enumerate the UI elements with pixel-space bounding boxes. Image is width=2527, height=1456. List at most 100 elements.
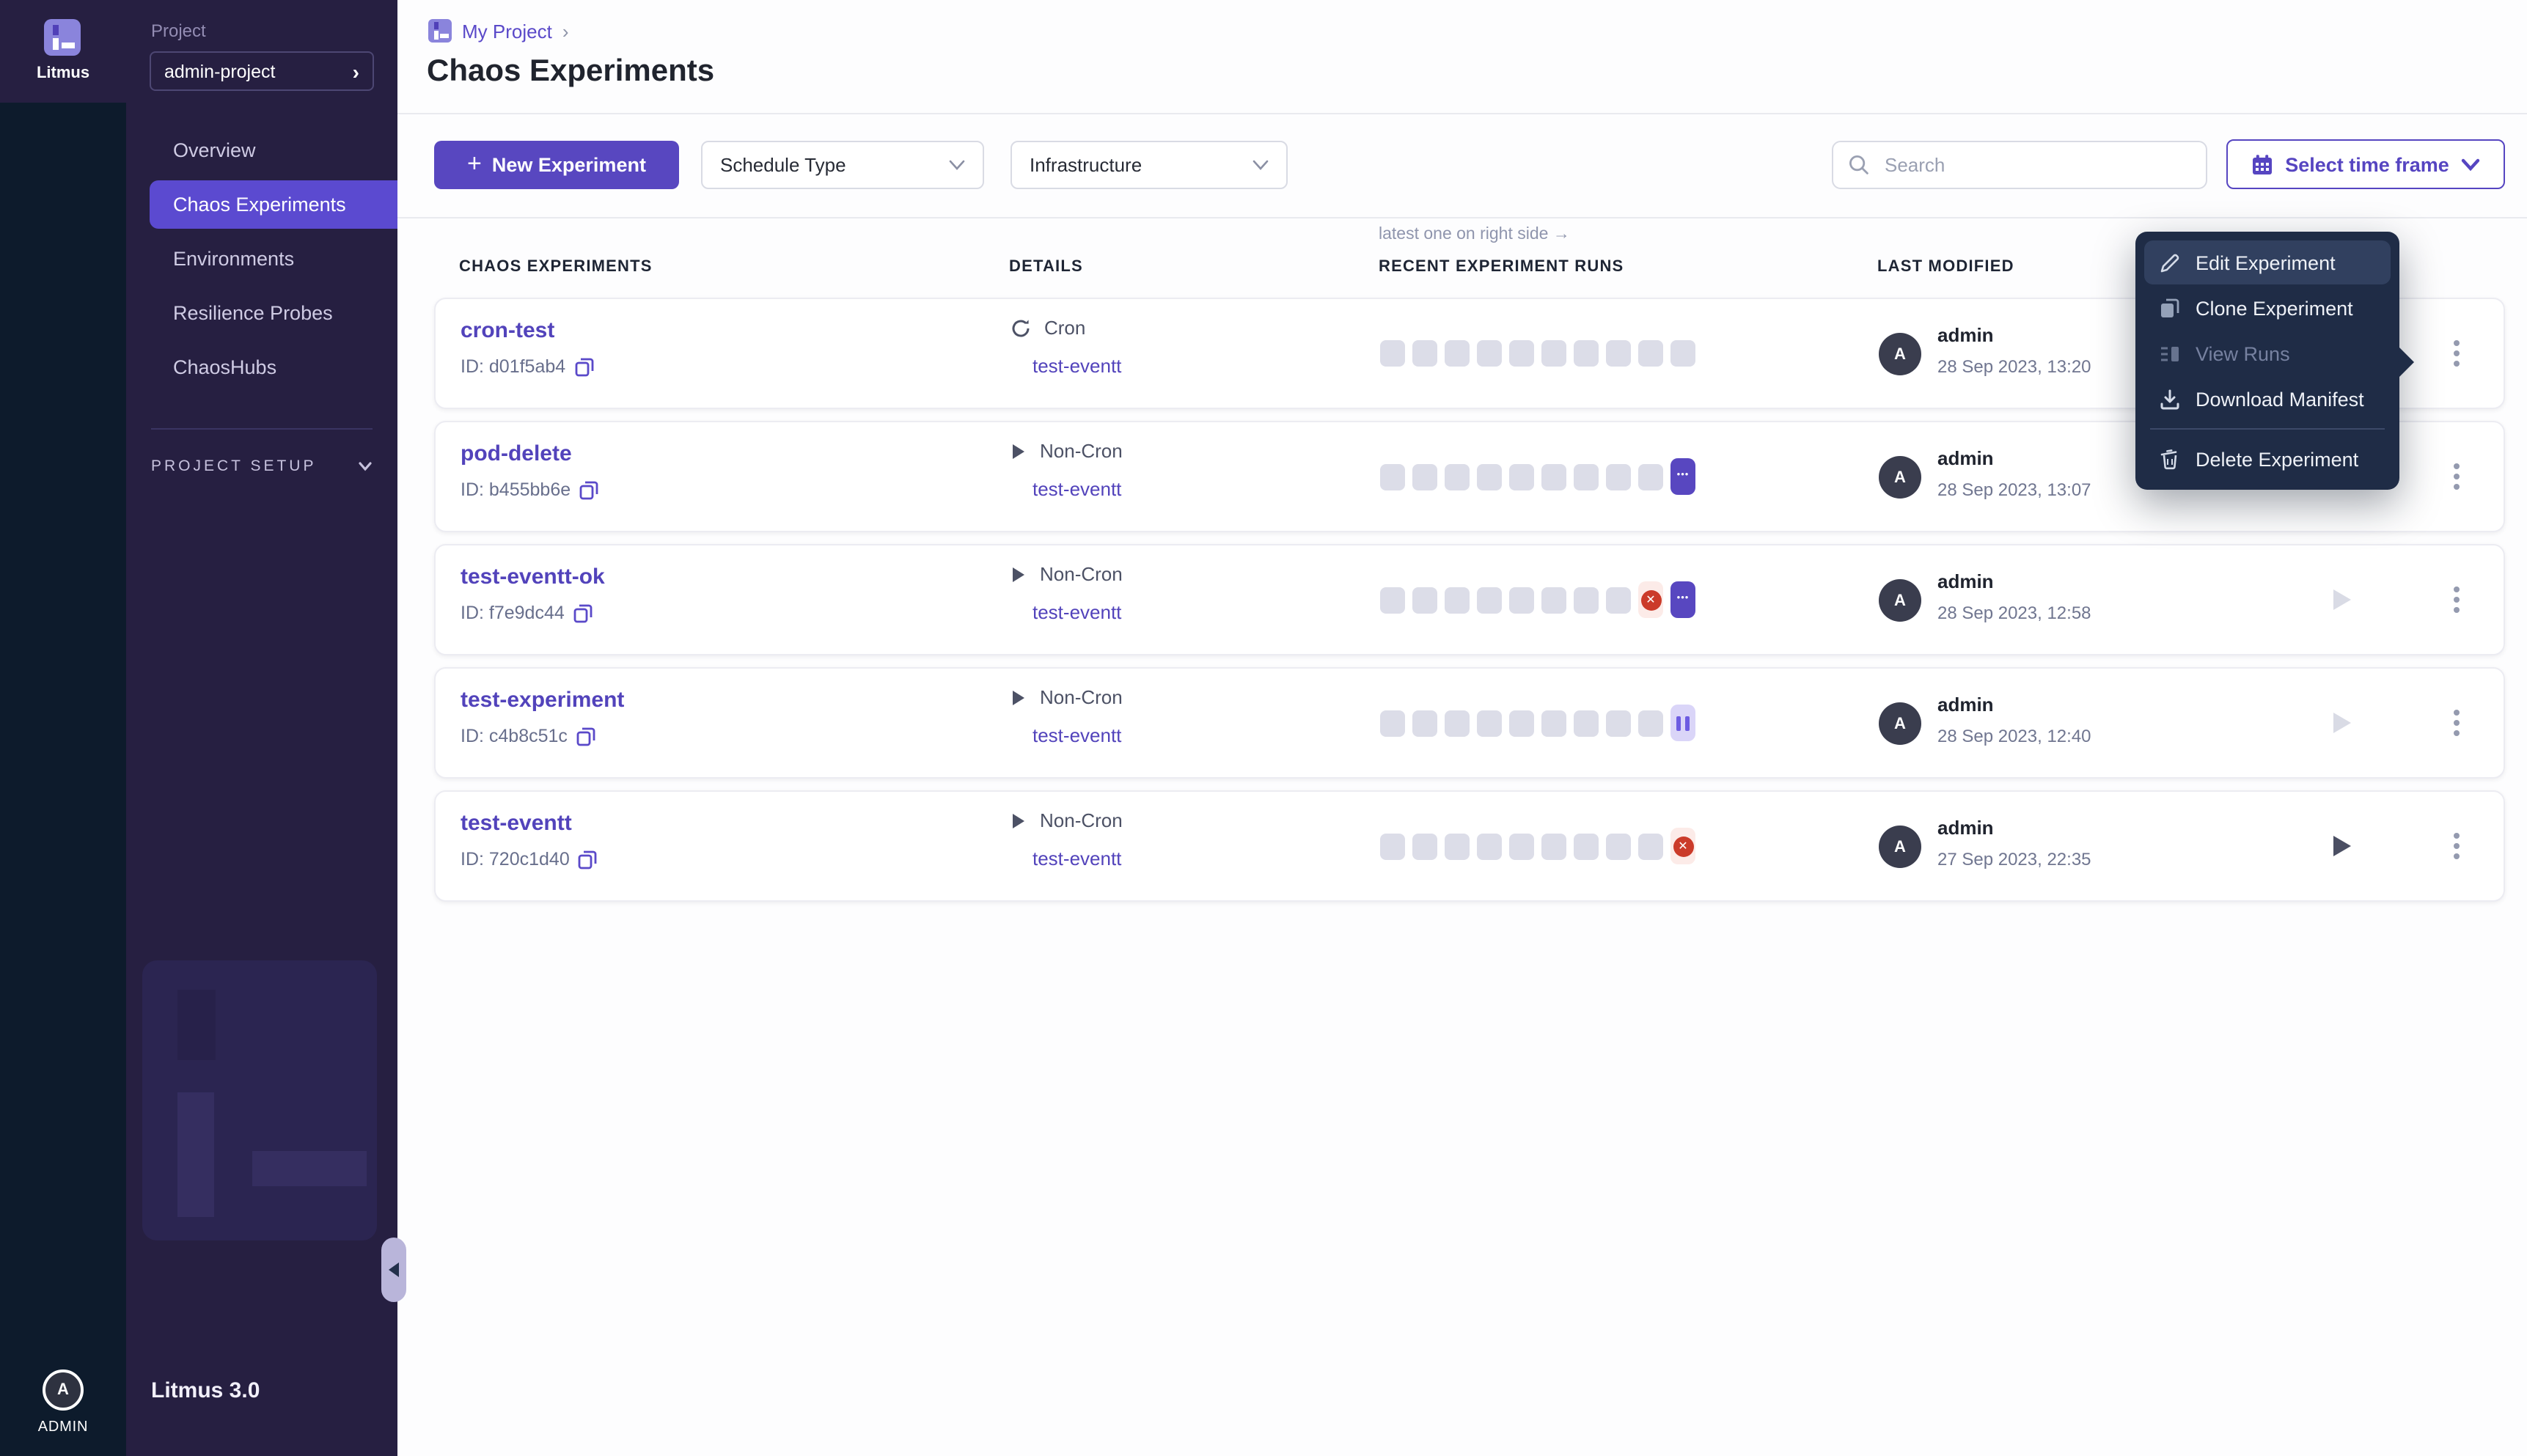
search-input[interactable] [1882, 152, 2191, 177]
header-divider [397, 113, 2527, 114]
modified-date: 28 Sep 2023, 12:40 [1937, 726, 2091, 746]
modified-date: 28 Sep 2023, 13:07 [1937, 479, 2091, 500]
experiment-id: ID: f7e9dc44 [461, 603, 565, 623]
schedule-type-select[interactable]: Schedule Type [701, 141, 984, 189]
run-pill-empty [1412, 833, 1437, 859]
new-experiment-button[interactable]: + New Experiment [434, 141, 679, 189]
avatar[interactable]: A [43, 1369, 84, 1411]
experiment-name-link[interactable]: test-eventt [461, 811, 572, 836]
run-pill-empty [1638, 340, 1663, 367]
run-pill-empty [1445, 833, 1470, 859]
project-setup-toggle[interactable]: PROJECT SETUP [151, 457, 373, 475]
run-pill-empty [1509, 463, 1534, 490]
plus-icon: + [467, 150, 482, 179]
sidebar-item-environments[interactable]: Environments [126, 235, 397, 283]
run-pill-empty [1380, 587, 1405, 613]
run-pill-running[interactable]: ••• [1670, 581, 1695, 618]
recent-run-pills [1380, 705, 1695, 741]
infrastructure-link[interactable]: test-eventt [1033, 848, 1121, 869]
litmus-logo-icon[interactable] [44, 19, 81, 56]
menu-item-download-manifest[interactable]: Download Manifest [2144, 377, 2391, 421]
row-menu-kebab-icon[interactable] [2442, 702, 2471, 743]
run-pill-empty [1445, 587, 1470, 613]
row-context-menu: Edit Experiment Clone Experiment View Ru… [2135, 232, 2399, 490]
sidebar-item-chaos-experiments[interactable]: Chaos Experiments [150, 180, 397, 229]
clone-icon [2157, 297, 2181, 319]
modified-by-user: admin [1937, 817, 1994, 839]
infrastructure-link[interactable]: test-eventt [1033, 724, 1121, 746]
run-pill-empty [1380, 833, 1405, 859]
row-menu-kebab-icon[interactable] [2442, 456, 2471, 497]
play-icon [2333, 836, 2351, 856]
menu-item-clone-experiment[interactable]: Clone Experiment [2144, 286, 2391, 330]
run-pill-empty [1477, 833, 1502, 859]
schedule-type-value: Non-Cron [1040, 686, 1123, 708]
sidebar-item-chaoshubs[interactable]: ChaosHubs [126, 343, 397, 391]
project-selector[interactable]: admin-project › [150, 51, 374, 91]
chevron-left-icon [389, 1262, 399, 1277]
experiment-name-link[interactable]: cron-test [461, 318, 554, 343]
run-pill-empty [1477, 587, 1502, 613]
run-pill-failed[interactable]: ✕ [1670, 828, 1695, 864]
run-experiment-button[interactable] [2325, 582, 2360, 617]
new-experiment-label: New Experiment [492, 154, 646, 176]
chevron-down-icon [949, 160, 965, 170]
table-row: test-experiment ID: c4b8c51c Non-Cron te… [434, 667, 2505, 779]
modified-by-user: admin [1937, 570, 1994, 592]
menu-item-edit-experiment[interactable]: Edit Experiment [2144, 240, 2391, 284]
sidebar-divider [151, 428, 373, 430]
litmus-watermark-logo [142, 960, 377, 1240]
icon-rail: Litmus A ADMIN [0, 0, 126, 1456]
infrastructure-link[interactable]: test-eventt [1033, 478, 1121, 500]
run-experiment-button[interactable] [2325, 705, 2360, 740]
infrastructure-select[interactable]: Infrastructure [1011, 141, 1288, 189]
modified-date: 27 Sep 2023, 22:35 [1937, 849, 2091, 869]
sidebar-item-overview[interactable]: Overview [126, 126, 397, 174]
search-container [1832, 141, 2207, 189]
copy-icon[interactable] [579, 850, 598, 869]
infrastructure-link[interactable]: test-eventt [1033, 601, 1121, 623]
avatar: A [1879, 702, 1921, 745]
runs-order-note: latest one on right side → [1379, 226, 1570, 243]
row-menu-kebab-icon[interactable] [2442, 579, 2471, 620]
toolbar-divider [397, 217, 2527, 218]
row-menu-kebab-icon[interactable] [2442, 333, 2471, 374]
experiment-name-link[interactable]: test-experiment [461, 688, 624, 713]
project-selector-value: admin-project [164, 61, 353, 81]
copy-icon[interactable] [573, 603, 593, 622]
run-pill-running[interactable]: ••• [1670, 458, 1695, 495]
main-content: My Project › Chaos Experiments + New Exp… [397, 0, 2527, 1456]
recent-run-pills: ✕ ••• [1380, 581, 1695, 618]
run-pill-empty [1574, 710, 1599, 736]
run-pill-empty [1445, 710, 1470, 736]
view-runs-icon [2157, 342, 2181, 364]
menu-item-delete-experiment[interactable]: Delete Experiment [2144, 437, 2391, 481]
run-pill-paused[interactable] [1670, 705, 1695, 741]
cron-icon [1011, 317, 1031, 338]
chevron-right-icon: › [353, 61, 359, 81]
select-time-frame-button[interactable]: Select time frame [2226, 139, 2505, 189]
copy-icon[interactable] [579, 480, 598, 499]
copy-icon[interactable] [576, 727, 595, 746]
run-pill-empty [1412, 587, 1437, 613]
page-title: Chaos Experiments [427, 54, 714, 89]
run-experiment-button[interactable] [2325, 828, 2360, 864]
run-pill-empty [1477, 463, 1502, 490]
experiment-name-link[interactable]: test-eventt-ok [461, 565, 605, 589]
schedule-type-value: Cron [1044, 317, 1085, 339]
row-menu-kebab-icon[interactable] [2442, 826, 2471, 867]
select-time-frame-label: Select time frame [2285, 153, 2449, 175]
breadcrumb-my-project[interactable]: My Project [462, 20, 552, 42]
infrastructure-link[interactable]: test-eventt [1033, 355, 1121, 377]
modified-date: 28 Sep 2023, 12:58 [1937, 603, 2091, 623]
run-pill-empty [1574, 463, 1599, 490]
chevron-down-icon [2461, 158, 2480, 171]
experiment-name-link[interactable]: pod-delete [461, 441, 572, 466]
run-pill-failed[interactable]: ✕ [1638, 581, 1663, 618]
copy-icon[interactable] [574, 357, 593, 376]
sidebar-item-resilience-probes[interactable]: Resilience Probes [126, 289, 397, 337]
run-pill-empty [1574, 587, 1599, 613]
run-pill-empty [1606, 463, 1631, 490]
sidebar-collapse-handle[interactable] [381, 1238, 406, 1302]
run-pill-empty [1477, 710, 1502, 736]
